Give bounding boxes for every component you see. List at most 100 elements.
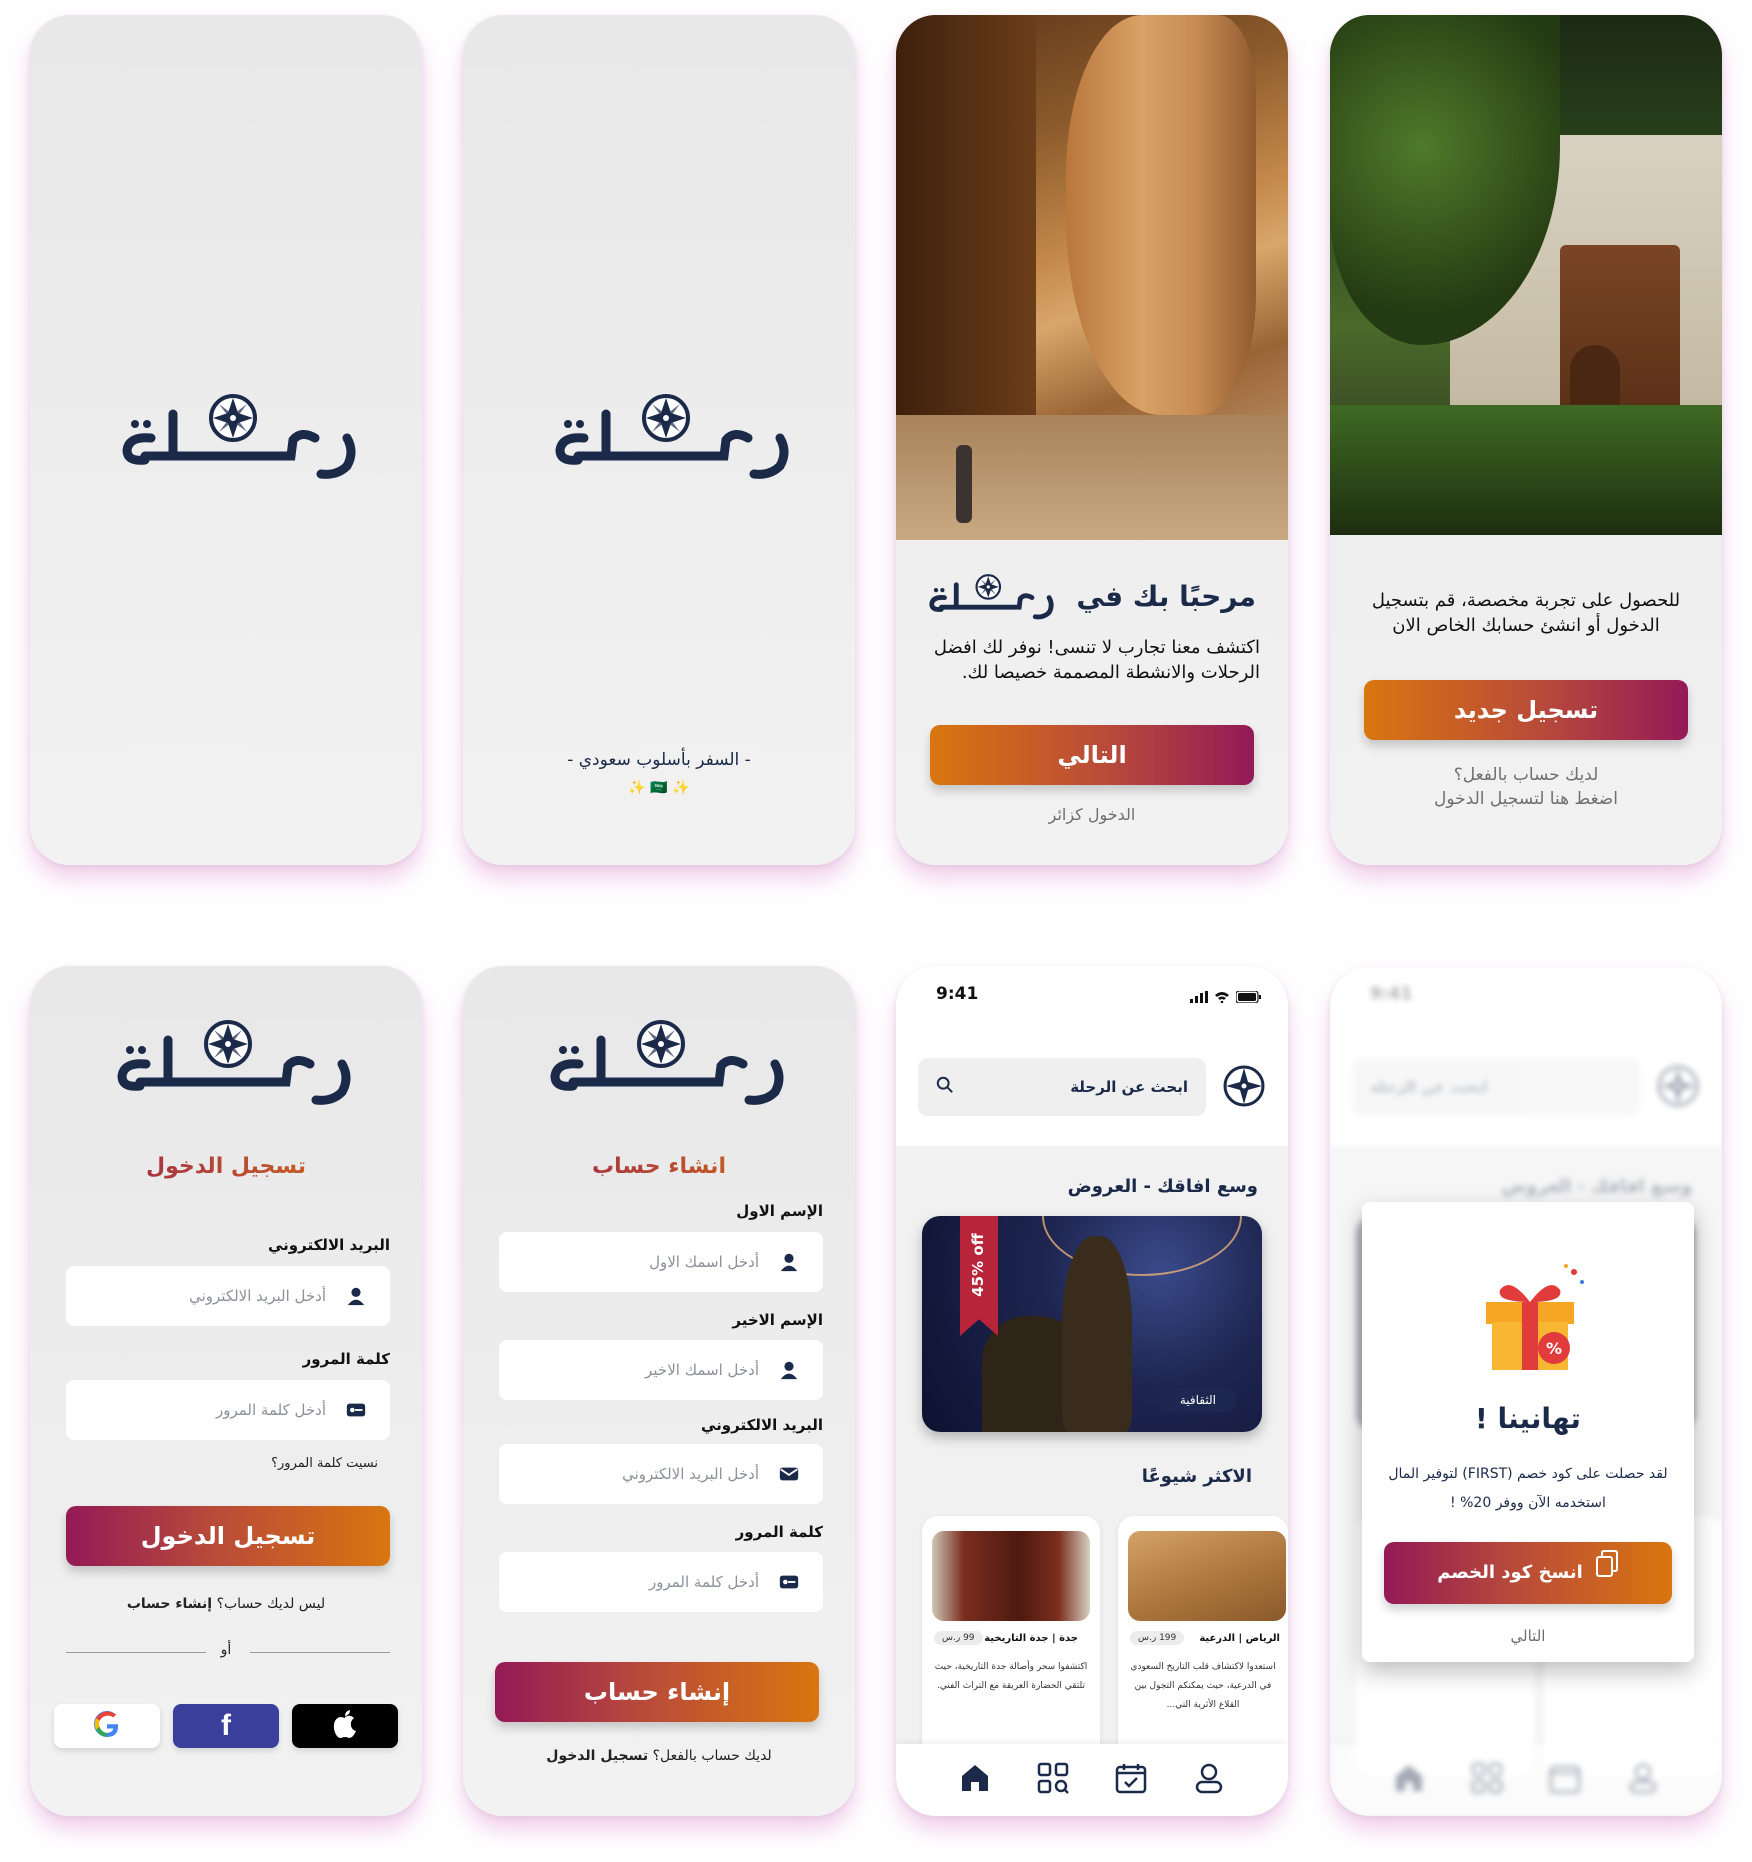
create-account-link[interactable]: إنشاء حساب <box>127 1596 212 1612</box>
password-label: كلمة المرور <box>302 1350 390 1368</box>
calendar-icon[interactable] <box>1114 1761 1148 1799</box>
register-button[interactable]: تسجيل جديد <box>1364 680 1688 740</box>
battery-icon <box>1235 988 1262 1007</box>
user-icon <box>777 1358 801 1382</box>
first-name-label: الإسم الاول <box>736 1202 823 1220</box>
promo-message: لقد حصلت على كود خصم (FIRST) لتوفير الما… <box>1388 1466 1668 1511</box>
promo-title: تهانينا ! <box>1475 1402 1581 1435</box>
profile-icon[interactable] <box>1192 1761 1226 1799</box>
login-title: تسجيل الدخول <box>30 1154 422 1179</box>
have-account-text: لديك حساب بالفعل؟ <box>1453 765 1599 785</box>
search-input[interactable]: ابحث عن الرحلة <box>918 1058 1206 1116</box>
or-text: أو <box>220 1642 232 1658</box>
facebook-icon: f <box>221 1709 231 1742</box>
trip-price: 99 ر.س <box>934 1631 983 1645</box>
last-name-placeholder: أدخل اسمك الاخير <box>645 1361 759 1379</box>
search-placeholder: ابحث عن الرحلة <box>1070 1078 1188 1096</box>
onboarding-register-screen: للحصول على تجربة مخصصة، قم بتسجيل الدخول… <box>1330 15 1722 865</box>
brand-logo-inline <box>922 572 1062 620</box>
trip-location: الرياض | الدرعية <box>1199 1633 1280 1644</box>
password-placeholder: أدخل كلمة المرور <box>215 1401 326 1419</box>
copy-icon <box>1595 1543 1619 1603</box>
trip-image-diriyah <box>1128 1531 1286 1621</box>
compass-logo-icon[interactable] <box>1222 1064 1266 1108</box>
password-field[interactable]: أدخل كلمة المرور <box>66 1380 390 1440</box>
divider-right <box>250 1652 390 1653</box>
search-icon <box>936 1076 954 1098</box>
status-bar: 9:41 <box>896 966 1288 1026</box>
password-placeholder: أدخل كلمة المرور <box>648 1573 759 1591</box>
signup-screen: انشاء حساب الإسم الاول أدخل اسمك الاول ا… <box>463 966 855 1816</box>
home-icon[interactable] <box>958 1761 992 1799</box>
first-name-placeholder: أدخل اسمك الاول <box>649 1253 759 1271</box>
clock-time: 9:41 <box>936 984 979 1004</box>
trip-location: جدة | جدة التاريخية <box>984 1633 1078 1644</box>
brand-logo <box>543 1016 793 1106</box>
login-here-link[interactable]: اضغط هنا لتسجيل الدخول <box>1330 789 1722 809</box>
email-label: البريد الالكتروني <box>701 1416 823 1434</box>
apple-login-button[interactable] <box>292 1704 398 1748</box>
offer-card[interactable]: 45% off الثقافية <box>922 1216 1262 1432</box>
next-button[interactable]: التالي <box>930 725 1254 785</box>
login-submit-button[interactable]: تسجيل الدخول <box>66 1506 390 1566</box>
splash-tagline-screen: - السفر بأسلوب سعودي - ✨ 🇸🇦 ✨ <box>463 15 855 865</box>
svg-text:%: % <box>1546 1339 1562 1358</box>
password-field[interactable]: أدخل كلمة المرور <box>499 1552 823 1612</box>
signal-icon <box>1190 988 1208 1007</box>
tagline-emoji: ✨ 🇸🇦 ✨ <box>628 780 690 796</box>
signup-title: انشاء حساب <box>463 1154 855 1179</box>
key-icon <box>344 1398 368 1422</box>
welcome-heading: مرحبًا بك في <box>1076 579 1256 613</box>
brand-logo <box>115 390 365 480</box>
onboarding-welcome-screen: مرحبًا بك في اكتشف معنا تجارب لا تنسى! ن… <box>896 15 1288 865</box>
user-icon <box>344 1284 368 1308</box>
trip-description: اكتشفوا سحر وأصالة جدة التاريخية، حيث تل… <box>934 1662 1088 1691</box>
email-field[interactable]: أدخل البريد الالكتروني <box>499 1444 823 1504</box>
email-field[interactable]: أدخل البريد الالكتروني <box>66 1266 390 1326</box>
categories-icon[interactable] <box>1036 1761 1070 1799</box>
wifi-icon <box>1214 988 1230 1007</box>
promo-next-link[interactable]: التالي <box>1362 1627 1694 1645</box>
trip-description: استعدوا لاكتشاف قلب التاريخ السعودي في ا… <box>1130 1662 1276 1710</box>
promo-modal: % تهانينا ! لقد حصلت على كود خصم (FIRST)… <box>1362 1202 1694 1662</box>
forgot-password-link[interactable]: نسيت كلمة المرور؟ <box>271 1456 378 1471</box>
bottom-nav <box>896 1744 1288 1816</box>
register-description: للحصول على تجربة مخصصة، قم بتسجيل الدخول… <box>1371 590 1681 636</box>
key-icon <box>777 1570 801 1594</box>
offers-title: وسع افاقك - العروض <box>1067 1176 1258 1197</box>
popular-title: الاكثر شيوعًا <box>1141 1466 1252 1487</box>
promo-screen: 9:41 ابحث عن الرحلة وسع افاقك - العروض % <box>1330 966 1722 1816</box>
category-tag[interactable]: الثقافية <box>1159 1388 1236 1412</box>
facebook-login-button[interactable]: f <box>173 1704 279 1748</box>
hero-image-canyon <box>896 15 1288 540</box>
last-name-field[interactable]: أدخل اسمك الاخير <box>499 1340 823 1400</box>
email-placeholder: أدخل البريد الالكتروني <box>622 1465 759 1483</box>
login-link[interactable]: تسجيل الدخول <box>546 1748 648 1764</box>
discount-badge: 45% off <box>969 1233 987 1297</box>
divider-left <box>66 1652 206 1653</box>
trip-image-historic-jeddah <box>932 1531 1090 1621</box>
trip-price: 199 ر.س <box>1130 1631 1185 1645</box>
no-account-text: ليس لديك حساب؟ <box>216 1596 326 1612</box>
user-icon <box>777 1250 801 1274</box>
hero-image-historic-jeddah <box>1330 15 1722 535</box>
copy-code-button[interactable]: انسخ كود الخصم <box>1384 1542 1672 1604</box>
trip-card[interactable]: الرياض | الدرعية 199 ر.س استعدوا لاكتشاف… <box>1118 1516 1288 1776</box>
google-login-button[interactable] <box>54 1704 160 1748</box>
home-screen: 9:41 ابحث عن الرحلة وسع افاقك - العروض 4… <box>896 966 1288 1816</box>
email-label: البريد الالكتروني <box>268 1236 390 1254</box>
first-name-field[interactable]: أدخل اسمك الاول <box>499 1232 823 1292</box>
brand-logo <box>548 390 798 480</box>
email-placeholder: أدخل البريد الالكتروني <box>189 1287 326 1305</box>
password-label: كلمة المرور <box>735 1523 823 1541</box>
envelope-icon <box>777 1462 801 1486</box>
copy-code-label: انسخ كود الخصم <box>1437 1562 1583 1583</box>
login-screen: تسجيل الدخول البريد الالكتروني أدخل البر… <box>30 966 422 1816</box>
signup-submit-button[interactable]: إنشاء حساب <box>495 1662 819 1722</box>
gift-icon: % <box>1470 1262 1590 1372</box>
have-account-text: لديك حساب بالفعل؟ <box>652 1748 772 1764</box>
trip-card[interactable]: جدة | جدة التاريخية 99 ر.س اكتشفوا سحر و… <box>922 1516 1100 1776</box>
guest-login-link[interactable]: الدخول كزائر <box>896 805 1288 824</box>
last-name-label: الإسم الاخير <box>732 1311 823 1329</box>
google-icon <box>92 1709 122 1743</box>
